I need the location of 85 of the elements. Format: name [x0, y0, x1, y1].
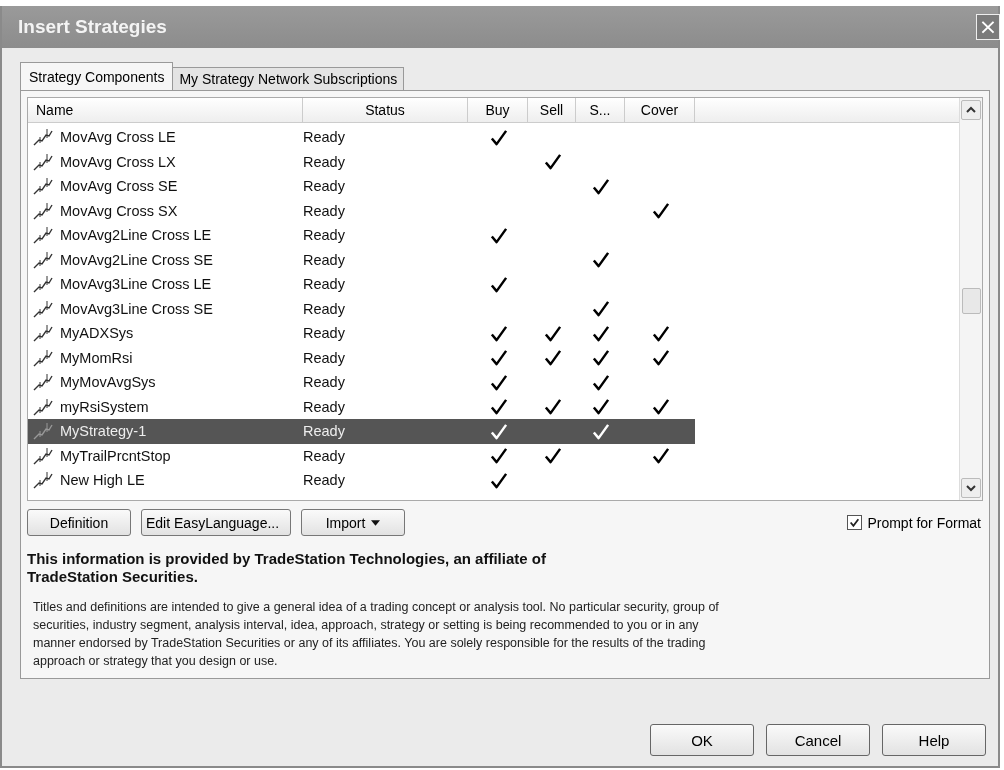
button[interactable]: Edit EasyLanguage...	[141, 509, 291, 536]
chart-line-icon	[32, 128, 54, 147]
status-text: Ready	[303, 276, 346, 293]
strategy-name: MyTrailPrcntStop	[60, 447, 171, 464]
window-title: Insert Strategies	[18, 16, 168, 38]
chart-line-icon	[32, 299, 54, 318]
chart-line-icon	[32, 373, 54, 392]
strategy-name: MovAvg Cross LE	[60, 129, 176, 146]
list-row[interactable]: MyADXSys Ready	[28, 321, 695, 346]
strategy-name: MovAvg3Line Cross SE	[60, 300, 213, 317]
list-row[interactable]: MovAvg2Line Cross SE Ready	[28, 247, 695, 272]
dropdown-button[interactable]: Import	[301, 509, 405, 536]
strategy-name: MyMomRsi	[60, 349, 133, 366]
disclaimer-text: Titles and definitions are intended to give a general idea of a trading concept or analysis tool. No particular security, group of securities, industry segment, analysis interval, idea, approach, strategy or setting is being recommended to you or in any manner endorsed by TradeStation Securities or any of its affiliates. You are solely responsible for the results of the trading approach or strategy that you design or use.	[33, 599, 720, 670]
chart-line-icon	[32, 422, 54, 441]
chart-line-icon	[32, 471, 54, 490]
status-text: Ready	[303, 202, 346, 219]
status-text: Ready	[303, 447, 346, 464]
strategy-name: myRsiSystem	[60, 398, 149, 415]
status-text: Ready	[303, 374, 346, 391]
list-row[interactable]: MyMovAvgSys Ready	[28, 370, 695, 395]
chart-line-icon	[32, 201, 54, 220]
list-row[interactable]: MyStrategy-1 Ready	[28, 419, 695, 444]
status-text: Ready	[303, 398, 346, 415]
checkbox-label[interactable]: Prompt for Format	[867, 514, 981, 531]
status-text: Ready	[303, 423, 346, 440]
strategy-name: New High LE	[60, 472, 145, 489]
chart-line-icon	[32, 152, 54, 171]
column-header[interactable]: S...	[576, 98, 625, 122]
status-text: Ready	[303, 129, 346, 146]
strategy-name: MyADXSys	[60, 325, 134, 342]
status-text: Ready	[303, 251, 346, 268]
strategy-name: MyMovAvgSys	[60, 374, 156, 391]
chart-line-icon	[32, 177, 54, 196]
close-button[interactable]: ×	[976, 14, 1000, 40]
tab[interactable]: My Strategy Network Subscriptions	[172, 67, 405, 90]
chart-line-icon	[32, 275, 54, 294]
list-row[interactable]: MovAvg3Line Cross SE Ready	[28, 296, 695, 321]
chart-line-icon	[32, 348, 54, 367]
button[interactable]: Cancel	[766, 724, 870, 756]
list-row[interactable]: MovAvg Cross LX Ready	[28, 149, 695, 174]
button[interactable]: OK	[650, 724, 754, 756]
list-row[interactable]: MovAvg Cross SE Ready	[28, 174, 695, 199]
strategy-name: MovAvg Cross LX	[60, 153, 176, 170]
chart-line-icon	[32, 446, 54, 465]
status-text: Ready	[303, 227, 346, 244]
strategy-name: MovAvg Cross SX	[60, 202, 178, 219]
strategy-name: MovAvg3Line Cross LE	[60, 276, 212, 293]
column-header[interactable]: Name	[28, 98, 303, 122]
chart-line-icon	[32, 226, 54, 245]
list-row[interactable]: MyTrailPrcntStop Ready	[28, 443, 695, 468]
list-row[interactable]: New High LE Ready	[28, 468, 695, 493]
chart-line-icon	[32, 324, 54, 343]
list-row[interactable]: MyMomRsi Ready	[28, 345, 695, 370]
chart-line-icon	[32, 250, 54, 269]
list-row[interactable]: MovAvg Cross LE Ready	[28, 125, 695, 150]
status-text: Ready	[303, 472, 346, 489]
strategy-name: MyStrategy-1	[60, 423, 147, 440]
list-row[interactable]: myRsiSystem Ready	[28, 394, 695, 419]
status-text: Ready	[303, 178, 346, 195]
column-header[interactable]: Buy	[468, 98, 528, 122]
checkbox[interactable]	[847, 515, 863, 530]
tab[interactable]: Strategy Components	[20, 62, 174, 90]
status-text: Ready	[303, 349, 346, 366]
column-header[interactable]: Status	[303, 98, 468, 122]
caret-icon	[371, 519, 381, 526]
status-text: Ready	[303, 325, 346, 342]
scroll-down-icon[interactable]	[961, 478, 981, 498]
chart-line-icon	[32, 397, 54, 416]
status-text: Ready	[303, 300, 346, 317]
column-header[interactable]: Sell	[528, 98, 576, 122]
button[interactable]: Help	[882, 724, 986, 756]
status-text: Ready	[303, 153, 346, 170]
info-heading: This information is provided by TradeStation Technologies, an affiliate of TradeStation Securities.	[27, 550, 547, 586]
strategy-name: MovAvg Cross SE	[60, 178, 178, 195]
strategy-name: MovAvg2Line Cross SE	[60, 251, 213, 268]
scroll-up-icon[interactable]	[961, 100, 981, 120]
column-header[interactable]: Cover	[625, 98, 695, 122]
scroll-thumb[interactable]	[961, 288, 981, 315]
scrollbar[interactable]	[959, 98, 982, 500]
button[interactable]: Definition	[27, 509, 131, 536]
list-row[interactable]: MovAvg3Line Cross LE Ready	[28, 272, 695, 297]
list-row[interactable]: MovAvg2Line Cross LE Ready	[28, 223, 695, 248]
list-row[interactable]: MovAvg Cross SX Ready	[28, 198, 695, 223]
strategy-name: MovAvg2Line Cross LE	[60, 227, 212, 244]
